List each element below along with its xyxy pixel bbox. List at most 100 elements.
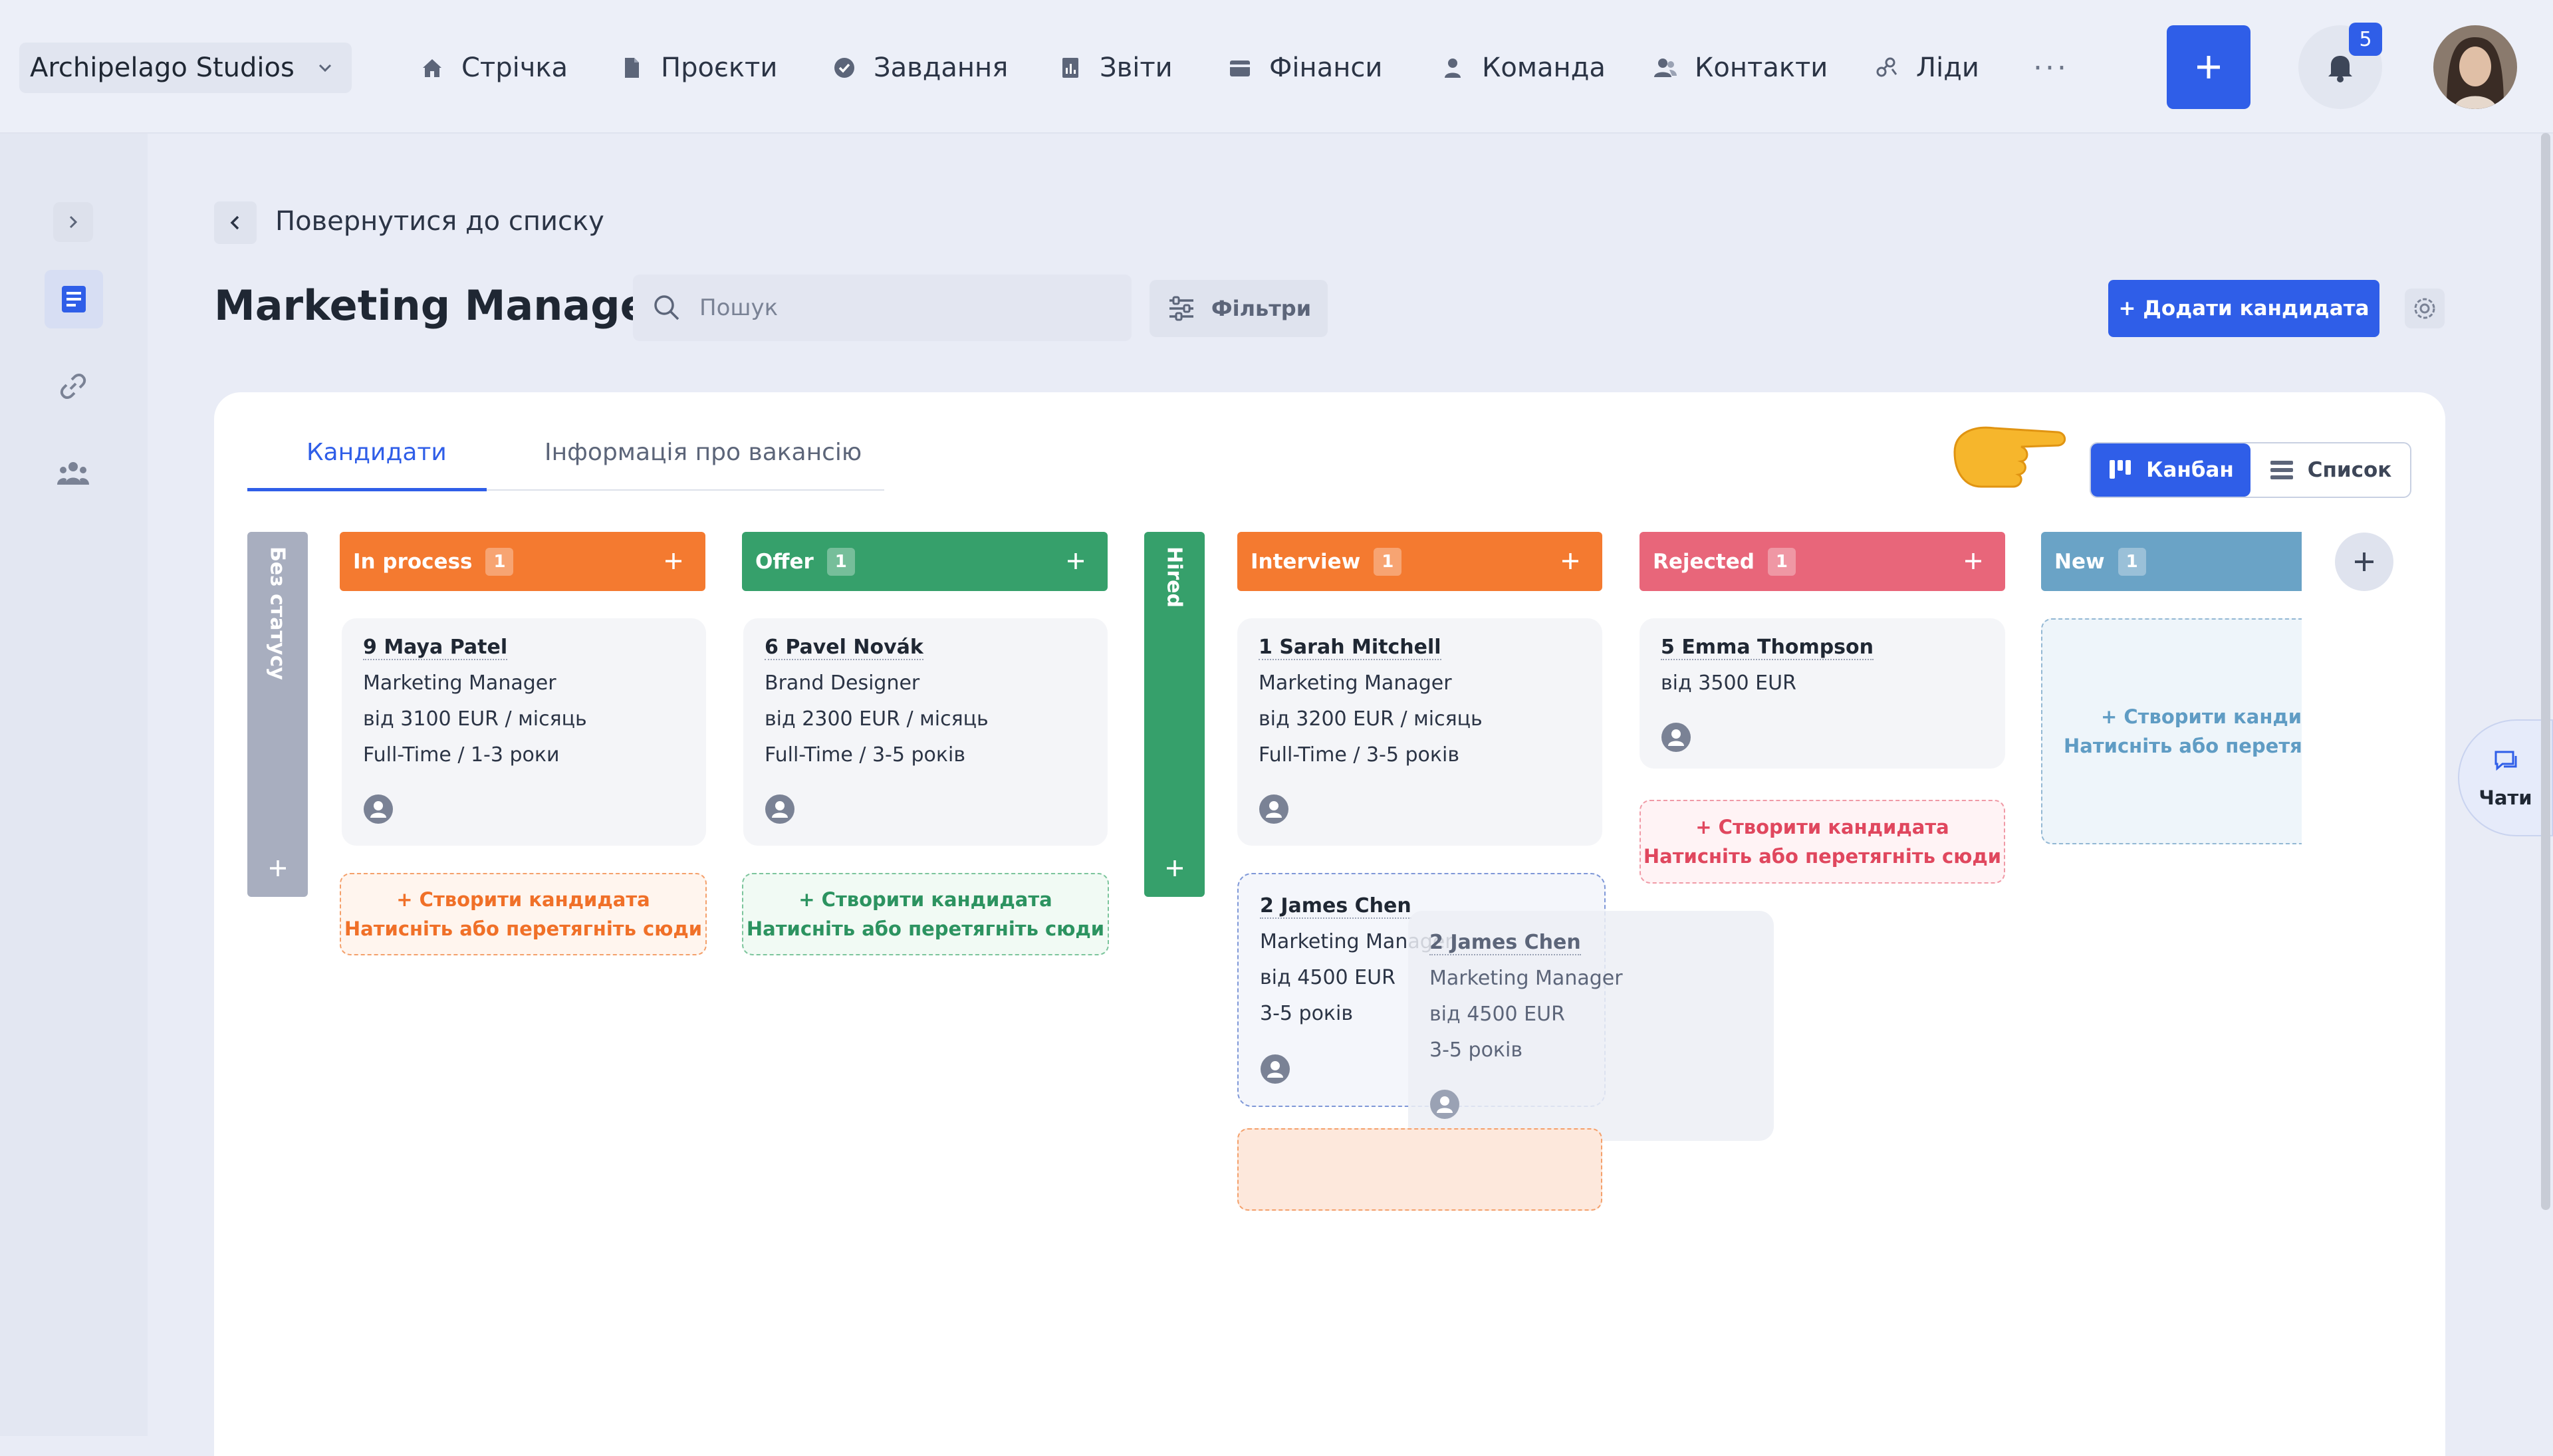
candidate-employment: 3-5 років <box>1429 1038 1523 1062</box>
add-card-plus-icon[interactable] <box>1556 546 1585 576</box>
candidate-card[interactable]: 9 Maya Patel Marketing Manager від 3100 … <box>342 618 706 846</box>
candidate-name[interactable]: 1 Sarah Mitchell <box>1259 636 1441 660</box>
nav-item-reports[interactable]: Звіти <box>1057 47 1173 89</box>
home-icon <box>423 59 441 77</box>
kanban-icon <box>2110 460 2131 479</box>
candidate-name: 2 James Chen <box>1429 931 1581 955</box>
candidate-salary: від 2300 EUR / місяць <box>765 707 989 731</box>
global-add-button[interactable] <box>2167 25 2250 109</box>
avatar-placeholder-icon <box>1259 794 1288 824</box>
candidate-name[interactable]: 9 Maya Patel <box>363 636 508 660</box>
candidate-card[interactable]: 5 Emma Thompson від 3500 EUR <box>1640 618 2005 769</box>
search-input[interactable] <box>698 294 1100 322</box>
nav-item-tasks[interactable]: Завдання <box>831 47 1008 89</box>
add-column-button[interactable] <box>2335 533 2393 591</box>
check-circle-icon <box>834 58 854 78</box>
add-card-plus-icon[interactable] <box>263 854 293 883</box>
company-name: Archipelago Studios <box>30 53 295 83</box>
back-to-list-link[interactable]: Повернутися до списку <box>275 206 604 237</box>
candidate-employment: Full-Time / 1-3 роки <box>363 743 560 767</box>
candidate-salary: від 3500 EUR <box>1661 671 1796 695</box>
column-no-status[interactable]: Без статусу <box>247 532 308 897</box>
candidate-role: Marketing Manager <box>1429 967 1623 990</box>
add-card-plus-icon[interactable] <box>1061 546 1090 576</box>
candidate-salary: від 4500 EUR <box>1429 1003 1565 1026</box>
candidate-name[interactable]: 2 James Chen <box>1260 894 1411 919</box>
contacts-icon <box>1654 59 1677 77</box>
board-settings-button[interactable] <box>2405 289 2445 328</box>
page-title: Marketing Manager <box>214 281 669 330</box>
create-candidate-dropzone[interactable]: + Створити кандидата Натисніть або перет… <box>1640 800 2005 884</box>
list-document-icon <box>62 286 86 312</box>
active-tab-indicator <box>247 488 487 491</box>
user-avatar[interactable] <box>2433 25 2517 109</box>
column-new-header[interactable]: New 1 <box>2041 532 2302 591</box>
avatar-placeholder-icon <box>1661 723 1691 752</box>
add-card-plus-icon[interactable] <box>1959 546 1988 576</box>
back-button[interactable] <box>214 201 257 244</box>
drop-placeholder[interactable] <box>1237 1128 1602 1211</box>
column-count-badge: 1 <box>826 547 855 576</box>
nav-item-team[interactable]: Команда <box>1439 47 1606 89</box>
top-navbar: Archipelago Studios Стрічка Проєкти Завд… <box>0 0 2553 134</box>
column-count-badge: 1 <box>485 547 514 576</box>
left-sidebar <box>0 134 148 1436</box>
candidate-employment: 3-5 років <box>1260 1002 1354 1025</box>
column-hired[interactable]: Hired <box>1144 532 1205 897</box>
sidebar-item-candidates[interactable] <box>52 453 94 495</box>
create-candidate-dropzone[interactable]: + Створити кандид Натисніть або перетягн… <box>2041 618 2302 844</box>
add-card-plus-icon[interactable] <box>1160 854 1189 883</box>
sidebar-item-vacancies[interactable] <box>45 270 103 328</box>
candidate-employment: Full-Time / 3-5 років <box>1259 743 1460 767</box>
column-no-status-label: Без статусу <box>265 546 289 680</box>
pointing-hand-icon <box>1953 426 2066 488</box>
sidebar-expand-button[interactable] <box>53 202 93 242</box>
tab-candidates[interactable]: Кандидати <box>306 439 447 466</box>
add-candidate-button[interactable]: + Додати кандидата <box>2108 280 2379 337</box>
search-icon <box>654 295 679 320</box>
nav-item-finance[interactable]: Фінанси <box>1227 47 1382 89</box>
candidate-name[interactable]: 6 Pavel Novák <box>765 636 923 660</box>
wallet-icon <box>1230 61 1250 76</box>
candidate-card[interactable]: 1 Sarah Mitchell Marketing Manager від 3… <box>1237 618 1602 846</box>
filters-button[interactable]: Фільтри <box>1150 280 1328 337</box>
document-icon <box>625 58 639 78</box>
nav-item-contacts[interactable]: Контакти <box>1652 47 1828 89</box>
create-candidate-dropzone[interactable]: + Створити кандидата Натисніть або перет… <box>742 873 1109 955</box>
avatar-placeholder-icon <box>765 794 794 824</box>
kanban-view-button[interactable]: Канбан <box>2091 443 2250 497</box>
list-icon <box>2270 461 2293 479</box>
column-rejected-header[interactable]: Rejected 1 <box>1640 532 2005 591</box>
link-icon <box>60 374 86 399</box>
candidate-role: Marketing Manager <box>1259 671 1452 695</box>
nav-item-projects[interactable]: Проєкти <box>618 47 777 89</box>
drag-ghost-card: 2 James Chen Marketing Manager від 4500 … <box>1408 911 1774 1141</box>
candidate-card[interactable]: 6 Pavel Novák Brand Designer від 2300 EU… <box>743 618 1108 846</box>
chevron-left-icon <box>230 215 239 230</box>
company-selector[interactable]: Archipelago Studios <box>19 43 352 93</box>
candidate-name[interactable]: 5 Emma Thompson <box>1661 636 1874 660</box>
nav-item-feed[interactable]: Стрічка <box>419 47 568 89</box>
chats-button[interactable]: Чати <box>2458 719 2553 836</box>
avatar-placeholder-icon <box>1261 1054 1290 1084</box>
column-offer-header[interactable]: Offer 1 <box>742 532 1108 591</box>
create-candidate-dropzone[interactable]: + Створити кандидата Натисніть або перет… <box>340 873 707 955</box>
column-count-badge: 1 <box>1374 547 1402 576</box>
chat-icon <box>2494 751 2516 771</box>
candidate-employment: Full-Time / 3-5 років <box>765 743 966 767</box>
view-toggle: Канбан Список <box>2090 442 2411 498</box>
candidate-salary: від 3200 EUR / місяць <box>1259 707 1483 731</box>
plus-icon <box>2355 552 2373 571</box>
sidebar-item-links[interactable] <box>53 366 93 406</box>
add-card-plus-icon[interactable] <box>659 546 688 576</box>
candidate-salary: від 3100 EUR / місяць <box>363 707 587 731</box>
page-scrollbar[interactable] <box>2541 133 2550 1210</box>
column-interview-header[interactable]: Interview 1 <box>1237 532 1602 591</box>
nav-item-leads[interactable]: Ліди <box>1874 47 1979 89</box>
column-in-process-header[interactable]: In process 1 <box>340 532 705 591</box>
nav-more-button[interactable]: ··· <box>2033 47 2069 89</box>
list-view-button[interactable]: Список <box>2250 443 2410 497</box>
person-icon <box>1445 59 1461 78</box>
tab-vacancy-info[interactable]: Інформація про вакансію <box>545 439 862 466</box>
gear-icon <box>2414 298 2435 319</box>
